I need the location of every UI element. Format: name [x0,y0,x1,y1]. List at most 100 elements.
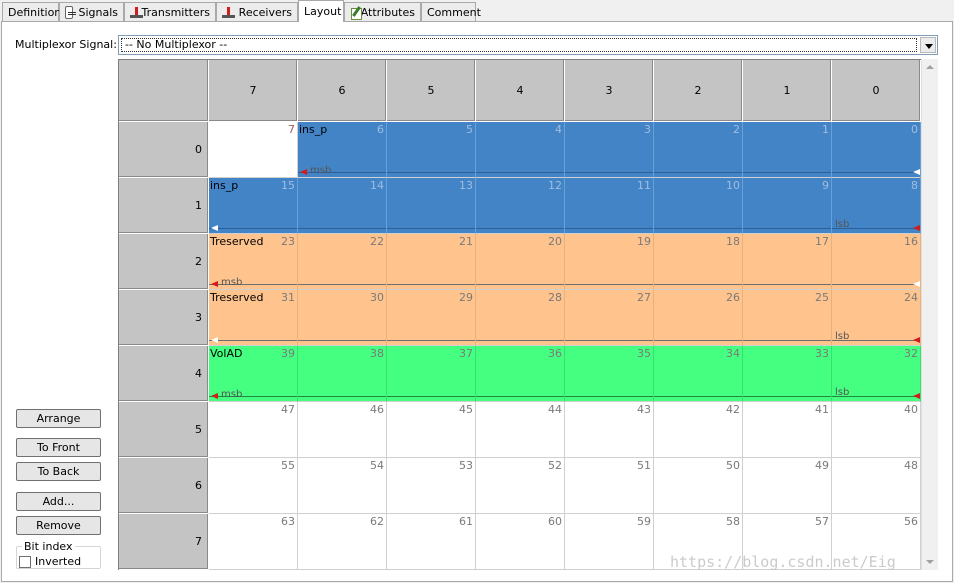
vertical-scrollbar[interactable] [921,59,938,570]
bit-cell[interactable]: 59 [565,514,654,570]
bit-cell[interactable]: 14 [298,178,387,234]
bit-cell[interactable]: 11 [565,178,654,234]
bit-cell[interactable]: 40 [832,402,921,458]
bit-cell[interactable]: 39 VolAD msb [209,346,298,402]
bit-cell[interactable]: 38 [298,346,387,402]
msb-marker: msb [310,165,332,176]
bit-cell[interactable]: 48 [832,458,921,514]
tab-label: Layout [304,5,342,18]
bit-cell[interactable]: 61 [387,514,476,570]
signal-line [298,228,386,229]
bit-cell[interactable]: 31 Treserved [209,290,298,346]
bit-cell[interactable]: 22 [298,234,387,290]
bit-cell[interactable]: 23 Treserved msb [209,234,298,290]
bit-cell[interactable]: 8 lsb [832,178,921,234]
bit-cell[interactable]: 16 [832,234,921,290]
add-button[interactable]: Add... [16,492,101,511]
bit-layout-grid: 7 6 5 4 3 2 1 0 0 7 6 ins_p msb 5 4 3 2 1 0 1 15 ins_p 14 13 12 1… [118,59,921,570]
bit-cell[interactable]: 18 [654,234,743,290]
bit-cell[interactable]: 27 [565,290,654,346]
bit-cell[interactable]: 15 ins_p [209,178,298,234]
bit-cell[interactable]: 34 [654,346,743,402]
bit-cell[interactable]: 50 [654,458,743,514]
tab-transmitters[interactable]: Transmitters [124,2,216,21]
bit-cell[interactable]: 7 [209,122,298,178]
bit-number: 55 [281,459,295,472]
tab-receivers[interactable]: Receivers [216,2,298,21]
bit-cell[interactable]: 2 [654,122,743,178]
bit-cell[interactable]: 62 [298,514,387,570]
bit-cell[interactable]: 41 [743,402,832,458]
bit-cell[interactable]: 28 [476,290,565,346]
bit-number: 62 [370,515,384,528]
bit-cell[interactable]: 52 [476,458,565,514]
bit-cell[interactable]: 29 [387,290,476,346]
bit-cell[interactable]: 12 [476,178,565,234]
bit-cell[interactable]: 6 ins_p msb [298,122,387,178]
bit-cell[interactable]: 51 [565,458,654,514]
bit-cell[interactable]: 3 [565,122,654,178]
bit-cell[interactable]: 53 [387,458,476,514]
bit-number: 35 [637,347,651,360]
arrange-button[interactable]: Arrange [16,409,101,428]
bit-number: 42 [726,403,740,416]
tab-label: Signals [78,5,118,19]
bit-cell[interactable]: 13 [387,178,476,234]
signal-line [476,228,564,229]
bit-cell[interactable]: 21 [387,234,476,290]
bit-cell[interactable]: 32 lsb [832,346,921,402]
bit-cell[interactable]: 0 [832,122,921,178]
bit-number: 2 [733,123,740,136]
scroll-down-icon[interactable] [926,560,934,564]
bit-number: 3 [644,123,651,136]
bit-cell[interactable]: 63 [209,514,298,570]
bit-cell[interactable]: 9 [743,178,832,234]
bit-cell[interactable]: 35 [565,346,654,402]
to-back-button[interactable]: To Back [16,462,101,481]
bit-cell[interactable]: 36 [476,346,565,402]
bit-cell[interactable]: 30 [298,290,387,346]
bit-cell[interactable]: 46 [298,402,387,458]
row-header: 5 [119,402,209,458]
bit-cell[interactable]: 10 [654,178,743,234]
bit-number: 9 [822,179,829,192]
bit-cell[interactable]: 20 [476,234,565,290]
bit-cell[interactable]: 25 [743,290,832,346]
to-front-button[interactable]: To Front [16,438,101,457]
bit-cell[interactable]: 26 [654,290,743,346]
bit-cell[interactable]: 43 [565,402,654,458]
tab-comment[interactable]: Comment [421,2,481,21]
bit-cell[interactable]: 17 [743,234,832,290]
chevron-down-icon[interactable] [920,37,936,53]
signal-line [565,284,653,285]
bit-cell[interactable]: 54 [298,458,387,514]
multiplexor-select[interactable]: -- No Multiplexor -- [118,35,938,55]
lsb-marker: lsb [835,331,850,342]
tab-layout[interactable]: Layout [298,0,344,22]
bit-cell[interactable]: 42 [654,402,743,458]
bit-cell[interactable]: 45 [387,402,476,458]
bit-cell[interactable]: 19 [565,234,654,290]
column-header: 0 [832,60,921,122]
bit-cell[interactable]: 24 lsb [832,290,921,346]
bit-cell[interactable]: 1 [743,122,832,178]
bit-cell[interactable]: 60 [476,514,565,570]
bit-cell[interactable]: 47 [209,402,298,458]
signal-line [654,172,742,173]
bit-cell[interactable]: 49 [743,458,832,514]
signal-line [654,284,742,285]
tab-signals[interactable]: Signals [59,2,124,21]
bit-cell[interactable]: 37 [387,346,476,402]
bit-cell[interactable]: 44 [476,402,565,458]
inverted-checkbox[interactable] [19,556,31,568]
column-header: 7 [209,60,298,122]
remove-button[interactable]: Remove [16,516,101,535]
bit-cell[interactable]: 5 [387,122,476,178]
bit-cell[interactable]: 4 [476,122,565,178]
tab-definition[interactable]: Definition [2,2,61,21]
bit-cell[interactable]: 55 [209,458,298,514]
scroll-up-icon[interactable] [926,65,934,69]
bit-number: 20 [548,235,562,248]
tab-attributes[interactable]: Attributes [344,2,421,21]
bit-cell[interactable]: 33 [743,346,832,402]
